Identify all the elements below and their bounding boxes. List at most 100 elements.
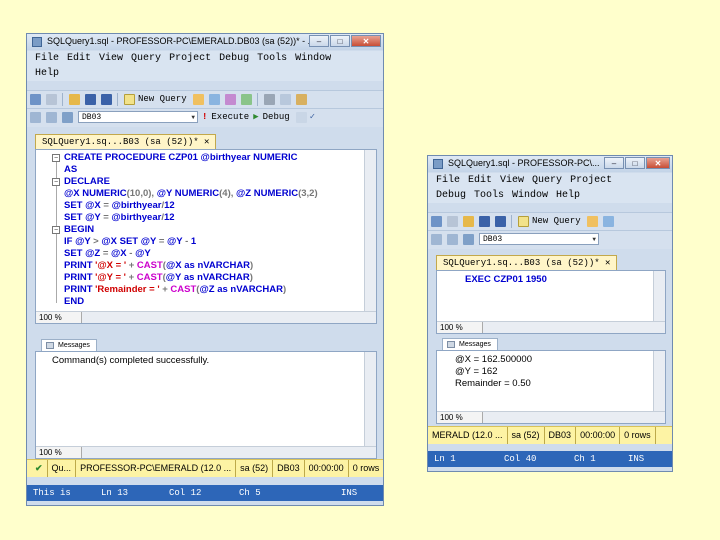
status-ins: INS [628, 454, 645, 464]
close-button[interactable]: ✕ [351, 35, 381, 47]
vertical-scrollbar[interactable] [653, 271, 665, 323]
vertical-scrollbar[interactable] [364, 150, 376, 313]
query-icon-1[interactable] [586, 216, 598, 227]
vertical-scrollbar[interactable] [364, 352, 376, 448]
menu-project[interactable]: Project [570, 175, 612, 186]
code-token: ) [249, 272, 253, 283]
query-editor[interactable]: EXEC CZP01 1950 100 % [436, 270, 666, 334]
new-query-button[interactable]: New Query [138, 94, 187, 104]
query-icon-1[interactable] [192, 94, 204, 105]
menu-debug[interactable]: Debug [219, 53, 249, 64]
code-token: CZP01 @birthyear [168, 152, 254, 163]
query-editor[interactable]: − − − CREATE PROCEDURE CZP01 @birthyear … [35, 149, 377, 324]
connect-icon[interactable] [30, 112, 41, 123]
menu-project[interactable]: Project [169, 53, 211, 64]
object-explorer-icon[interactable] [463, 234, 474, 245]
execute-button[interactable]: Execute [211, 112, 249, 122]
new-query-button[interactable]: New Query [532, 216, 581, 226]
horizontal-scrollbar[interactable]: 100 % [437, 321, 665, 333]
debug-icon[interactable]: ▶ [253, 112, 258, 122]
tab-sqlquery1[interactable]: SQLQuery1.sq...B03 (sa (52))* ✕ [436, 255, 618, 270]
menu-edit[interactable]: Edit [67, 53, 91, 64]
new-project-icon[interactable] [30, 94, 41, 105]
title-bar[interactable]: SQLQuery1.sql - PROFESSOR-PC\... – □ ✕ [428, 156, 672, 172]
message-line: @X = 162.500000 [455, 354, 532, 365]
query-icon-2[interactable] [602, 216, 614, 227]
code-line: EXEC CZP01 1950 [465, 274, 547, 285]
vertical-scrollbar[interactable] [653, 351, 665, 413]
menu-tools[interactable]: Tools [474, 190, 504, 201]
new-query-icon[interactable] [124, 94, 135, 105]
database-select[interactable]: DB03 [78, 111, 198, 124]
status-rows: 0 rows [349, 460, 383, 477]
save-icon[interactable] [479, 216, 490, 227]
save-icon[interactable] [85, 94, 96, 105]
query-icon-2[interactable] [208, 94, 220, 105]
query-icon-3[interactable] [224, 94, 236, 105]
horizontal-scrollbar[interactable]: 100 % [36, 311, 376, 323]
tab-messages[interactable]: Messages [442, 338, 498, 350]
parse-check-icon[interactable]: ✓ [310, 112, 315, 122]
window-title: SQLQuery1.sql - PROFESSOR-PC\... [448, 158, 600, 168]
change-connection-icon[interactable] [46, 112, 57, 123]
collapse-icon[interactable]: − [52, 226, 60, 234]
title-bar[interactable]: SQLQuery1.sql - PROFESSOR-PC\EMERALD.DB0… [27, 34, 383, 50]
add-item-icon[interactable] [447, 216, 458, 227]
object-explorer-icon[interactable] [62, 112, 73, 123]
menu-tools[interactable]: Tools [257, 53, 287, 64]
sql-editor-toolbar: DB03 [428, 230, 672, 249]
code-token: = [103, 200, 112, 211]
tab-sqlquery1[interactable]: SQLQuery1.sq...B03 (sa (52))* ✕ [35, 134, 217, 149]
close-button[interactable]: ✕ [646, 157, 670, 169]
horizontal-scrollbar[interactable]: 100 % [36, 446, 376, 458]
execute-icon[interactable]: ! [202, 112, 207, 122]
horizontal-scrollbar[interactable]: 100 % [437, 411, 665, 423]
menu-help[interactable]: Help [556, 190, 580, 201]
code-token: @Z [236, 188, 254, 199]
connect-icon[interactable] [431, 234, 442, 245]
zoom-level[interactable]: 100 % [36, 447, 82, 458]
menu-view[interactable]: View [500, 175, 524, 186]
collapse-icon[interactable]: − [52, 154, 60, 162]
add-item-icon[interactable] [46, 94, 57, 105]
tab-close-icon[interactable]: ✕ [204, 137, 209, 147]
copy-icon[interactable] [279, 94, 291, 105]
maximize-button[interactable]: □ [625, 157, 645, 169]
menu-view[interactable]: View [99, 53, 123, 64]
zoom-level[interactable]: 100 % [36, 312, 82, 323]
menu-window[interactable]: Window [295, 53, 331, 64]
save-all-icon[interactable] [101, 94, 112, 105]
menu-query[interactable]: Query [532, 175, 562, 186]
menu-query[interactable]: Query [131, 53, 161, 64]
menu-window[interactable]: Window [512, 190, 548, 201]
save-all-icon[interactable] [495, 216, 506, 227]
open-folder-icon[interactable] [463, 216, 474, 227]
cut-icon[interactable] [263, 94, 275, 105]
query-icon-4[interactable] [240, 94, 252, 105]
debug-button[interactable]: Debug [263, 112, 290, 122]
zoom-level[interactable]: 100 % [437, 322, 483, 333]
paste-icon[interactable] [295, 94, 307, 105]
code-token: nVARCHAR [230, 284, 284, 295]
maximize-button[interactable]: □ [330, 35, 350, 47]
zoom-level[interactable]: 100 % [437, 412, 483, 423]
menu-help[interactable]: Help [35, 68, 59, 79]
menu-file[interactable]: File [436, 175, 460, 186]
new-query-icon[interactable] [518, 216, 529, 227]
minimize-button[interactable]: – [309, 35, 329, 47]
collapse-icon[interactable]: − [52, 178, 60, 186]
code-token: DECLARE [64, 176, 110, 187]
minimize-button[interactable]: – [604, 157, 624, 169]
code-token: 12 [163, 212, 175, 223]
new-project-icon[interactable] [431, 216, 442, 227]
menu-file[interactable]: File [35, 53, 59, 64]
change-connection-icon[interactable] [447, 234, 458, 245]
cancel-query-icon[interactable] [295, 112, 307, 123]
code-token: as [184, 260, 198, 271]
database-select[interactable]: DB03 [479, 233, 599, 246]
menu-debug[interactable]: Debug [436, 190, 466, 201]
tab-messages[interactable]: Messages [41, 339, 97, 351]
tab-close-icon[interactable]: ✕ [605, 258, 610, 268]
menu-edit[interactable]: Edit [468, 175, 492, 186]
open-folder-icon[interactable] [69, 94, 80, 105]
